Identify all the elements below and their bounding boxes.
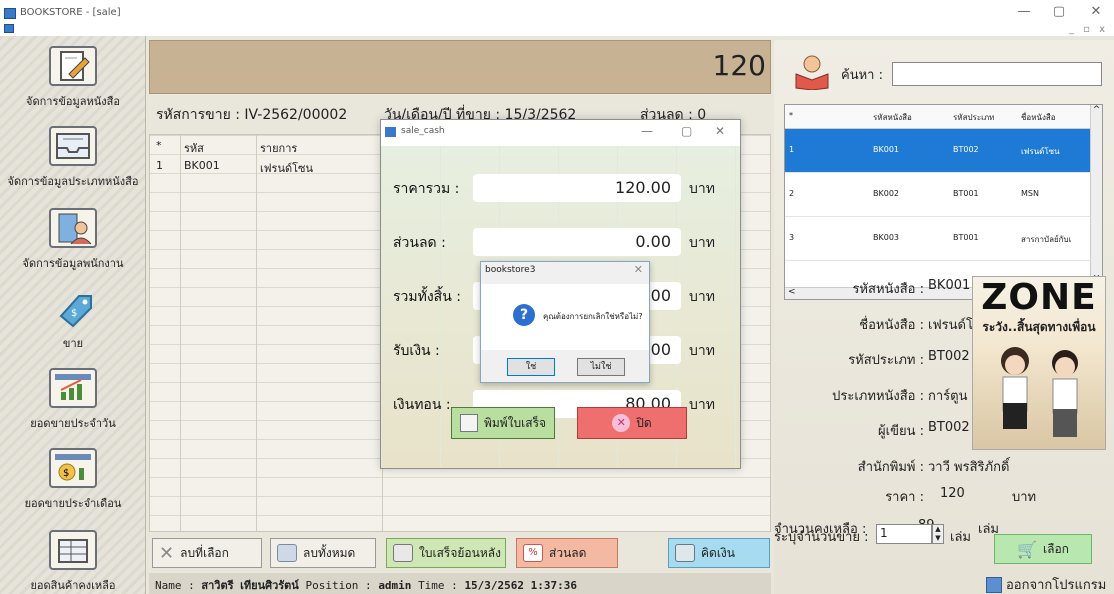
nav-item-manage-employees[interactable]: จัดการข้อมูลพนักงาน bbox=[0, 208, 146, 272]
employee-building-icon bbox=[49, 208, 97, 248]
status-user-name: สาวิตรี เทียนศิวรัตน์ bbox=[201, 579, 299, 592]
nav-item-sale[interactable]: $ ขาย bbox=[0, 288, 146, 352]
quantity-input[interactable]: 1 bbox=[876, 524, 932, 544]
monthly-money-chart-icon: $ bbox=[49, 448, 97, 488]
grid-header-item: รายการ bbox=[260, 142, 298, 155]
cover-illustration-icon bbox=[1001, 347, 1078, 437]
delete-selected-button[interactable]: ✕ ลบที่เลือก bbox=[152, 538, 262, 568]
svg-text:$: $ bbox=[71, 308, 77, 319]
dialog-close-button[interactable]: ✕ bbox=[715, 124, 725, 138]
scroll-left-arrow-icon[interactable]: < bbox=[788, 287, 796, 297]
status-bar: Name : สาวิตรี เทียนศิวรัตน์ Position : … bbox=[149, 573, 771, 594]
receipt-icon bbox=[459, 414, 478, 432]
search-label: ค้นหา : bbox=[841, 68, 883, 83]
total-price-field[interactable]: 120.00 bbox=[473, 174, 681, 202]
nav-item-manage-books[interactable]: จัดการข้อมูลหนังสือ bbox=[0, 46, 146, 110]
search-input[interactable] bbox=[892, 62, 1102, 86]
close-circle-icon: ✕ bbox=[612, 414, 631, 432]
trash-icon bbox=[277, 544, 297, 562]
poster-title: ZONE bbox=[981, 277, 1097, 318]
exit-program-button[interactable]: ออกจากโปรแกรม bbox=[986, 574, 1106, 594]
change-label: เงินทอน : bbox=[393, 397, 451, 413]
exit-door-icon bbox=[986, 576, 1002, 593]
cart-icon: 🛒 bbox=[1017, 539, 1037, 559]
vertical-scrollbar[interactable]: ^ v bbox=[1090, 105, 1102, 285]
grand-total-label: รวมทั้งสิ้น : bbox=[393, 289, 461, 305]
status-time: 15/3/2562 1:37:36 bbox=[464, 579, 578, 592]
print-receipt-button[interactable]: พิมพ์ใบเสร็จ bbox=[451, 407, 555, 439]
quantity-stepper[interactable]: ▲ ▼ bbox=[932, 524, 944, 544]
no-button[interactable]: ไม่ใช่ bbox=[577, 358, 625, 376]
pick-book-button[interactable]: 🛒 เลือก bbox=[994, 534, 1092, 564]
minimize-button[interactable]: — bbox=[1012, 4, 1036, 19]
total-price-label: ราคารวม : bbox=[393, 181, 460, 197]
discount-label: ส่วนลด : bbox=[393, 235, 446, 251]
table-row[interactable]: 1 BK001 BT002 เฟรนด์โซน bbox=[785, 129, 1102, 173]
svg-text:$: $ bbox=[63, 468, 69, 479]
app-icon bbox=[4, 8, 16, 19]
receipt-history-button[interactable]: ใบเสร็จย้อนหลัง bbox=[386, 538, 506, 568]
book-panel: ค้นหา : * รหัสหนังสือ รหัสประเภท ชื่อหนั… bbox=[774, 40, 1114, 594]
stock-table-icon bbox=[49, 530, 97, 570]
status-position: admin bbox=[378, 579, 412, 592]
poster-subtitle: ระวัง..สิ้นสุดทางเพื่อน bbox=[982, 320, 1096, 334]
book-table-header: * รหัสหนังสือ รหัสประเภท ชื่อหนังสือ bbox=[785, 105, 1102, 129]
message-box-close-button[interactable]: ✕ bbox=[634, 263, 643, 276]
delete-all-button[interactable]: ลบทั้งหมด bbox=[270, 538, 376, 568]
reader-icon bbox=[792, 54, 832, 91]
dialog-maximize-button[interactable]: ▢ bbox=[681, 124, 692, 138]
total-display-bar: 120 bbox=[149, 40, 771, 94]
message-box-title: bookstore3 bbox=[485, 265, 536, 275]
discount-field[interactable]: 0.00 bbox=[473, 228, 681, 256]
grid-header-code: รหัส bbox=[184, 142, 204, 155]
inbox-tray-icon bbox=[49, 126, 97, 166]
discount-button[interactable]: % ส่วนลด bbox=[516, 538, 618, 568]
confirm-message-box: bookstore3 ✕ ? คุณต้องการยกเลิกใช่หรือไม… bbox=[480, 261, 650, 383]
received-label: รับเงิน : bbox=[393, 343, 440, 359]
price-tag-icon: $ bbox=[49, 288, 97, 328]
dialog-titlebar: sale_cash — ▢ ✕ bbox=[381, 120, 740, 146]
message-text: คุณต้องการยกเลิกใช่หรือไม่? bbox=[543, 312, 643, 321]
checkout-button[interactable]: คิดเงิน bbox=[668, 538, 770, 568]
close-window-button[interactable]: ✕ bbox=[1084, 4, 1108, 19]
mdi-window-controls[interactable]: _ ▫ x bbox=[1069, 24, 1108, 35]
book-cover-image: ZONE ระวัง..สิ้นสุดทางเพื่อน bbox=[972, 276, 1106, 450]
window-title: BOOKSTORE - [sale] bbox=[20, 7, 121, 18]
yes-button[interactable]: ใช่ bbox=[507, 358, 555, 376]
book-table[interactable]: * รหัสหนังสือ รหัสประเภท ชื่อหนังสือ 1 B… bbox=[784, 104, 1103, 300]
printer-icon bbox=[393, 544, 413, 562]
grid-header-marker: * bbox=[156, 139, 162, 152]
mdi-child-icon bbox=[4, 24, 14, 33]
nav-item-monthly-sales[interactable]: $ ยอดขายประจำเดือน bbox=[0, 448, 146, 512]
sale-code-label: รหัสการขาย : IV-2562/00002 bbox=[156, 107, 348, 123]
cross-icon: ✕ bbox=[159, 542, 175, 564]
grid-row-code[interactable]: BK001 bbox=[184, 159, 220, 172]
nav-item-stock[interactable]: ยอดสินค้าคงเหลือ bbox=[0, 530, 146, 594]
maximize-button[interactable]: ▢ bbox=[1047, 4, 1071, 19]
grid-row-no[interactable]: 1 bbox=[156, 159, 163, 172]
dialog-minimize-button[interactable]: — bbox=[641, 124, 653, 138]
window-titlebar: BOOKSTORE - [sale] — ▢ ✕ _ ▫ x bbox=[0, 0, 1114, 36]
close-dialog-button[interactable]: ✕ ปิด bbox=[577, 407, 687, 439]
dialog-app-icon bbox=[385, 127, 396, 137]
qty-unit: เล่ม bbox=[950, 530, 971, 545]
nav-item-manage-categories[interactable]: จัดการข้อมูลประเภทหนังสือ bbox=[0, 126, 146, 190]
table-row[interactable]: 2 BK002 BT001 MSN bbox=[785, 173, 1102, 217]
nav-item-daily-sales[interactable]: ยอดขายประจำวัน bbox=[0, 368, 146, 432]
qty-label: ระบุจำนวนขาย : bbox=[774, 530, 869, 545]
book-edit-icon bbox=[49, 46, 97, 86]
grid-row-item[interactable]: เฟรนด์โซน bbox=[260, 159, 313, 177]
question-icon: ? bbox=[513, 304, 535, 326]
daily-chart-icon bbox=[49, 368, 97, 408]
scroll-up-arrow-icon[interactable]: ^ bbox=[1091, 105, 1102, 115]
total-amount: 120 bbox=[712, 49, 766, 82]
table-row[interactable]: 3 BK003 BT001 สารกาบัลย์กับเ bbox=[785, 217, 1102, 261]
percent-icon: % bbox=[523, 544, 543, 562]
sidebar-nav: จัดการข้อมูลหนังสือ จัดการข้อมูลประเภทหน… bbox=[0, 36, 146, 594]
cash-register-icon bbox=[675, 544, 695, 562]
